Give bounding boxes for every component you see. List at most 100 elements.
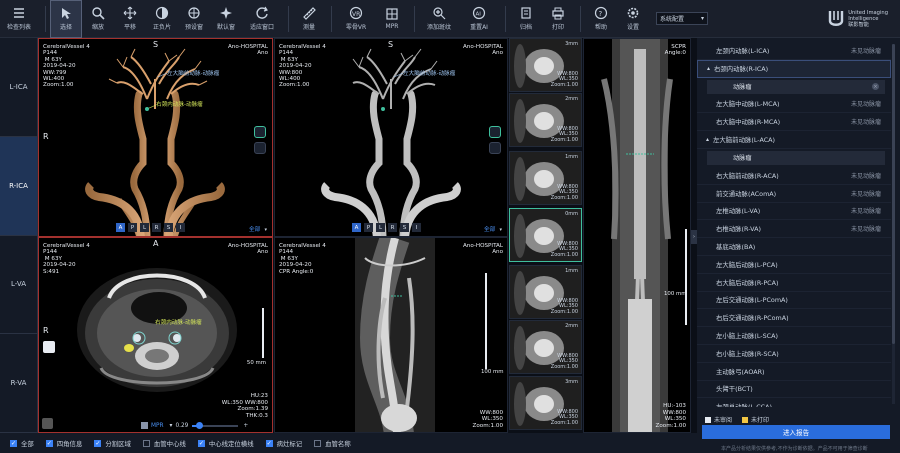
toolbar-button-zoom[interactable]: 缩放	[83, 1, 113, 37]
toolbar-button-help[interactable]: ? 帮助	[586, 1, 616, 37]
close-icon[interactable]: ×	[872, 83, 879, 91]
mode-dropdown[interactable]: 全部 ▾	[249, 224, 267, 233]
vp-info-top-right: Ano-HOSPITAL Ano	[462, 44, 503, 57]
view-button-a[interactable]: A	[352, 223, 361, 232]
enter-report-button[interactable]: 进入报告	[702, 425, 890, 439]
option-checkbox[interactable]: ✓ 四角信息	[45, 439, 82, 448]
vessel-list-item[interactable]: 左大脑中动脉(L-MCA) 未见动脉瘤	[697, 96, 891, 114]
eye-icon[interactable]	[489, 142, 501, 154]
preset-select[interactable]: 系统配置 ▾	[656, 12, 708, 25]
vp-info-bottom-right: HU:-103 WW:800 WL:350 Zoom:1.00	[655, 403, 686, 429]
cross-section-thumbnail[interactable]: 1mm WW:800 WL:350 Zoom:1.00	[509, 265, 582, 319]
option-checkbox[interactable]: 血管名称	[314, 439, 351, 448]
annotation-label[interactable]: 左大脑前动脉-动脉瘤	[167, 69, 219, 77]
viewport-scpr[interactable]: SCPR Angle:0 100 mm HU:-103 WW:800 WL:350…	[583, 38, 691, 433]
toolbar-button-default-window[interactable]: 默认窗	[211, 1, 241, 37]
vessel-list-item[interactable]: 左颈内动脉(L-ICA) 未见动脉瘤	[697, 42, 891, 60]
mpr-mode-dropdown[interactable]: MPR	[151, 423, 164, 429]
scrollbar-thumb[interactable]	[892, 44, 895, 344]
view-button-i[interactable]: I	[176, 223, 185, 232]
toolbar-button-list[interactable]: 检查列表	[0, 1, 38, 37]
vessel-list-item[interactable]: 右大脑前动脉(R-ACA) 未见动脉瘤	[697, 167, 891, 185]
view-button-p[interactable]: P	[128, 223, 137, 232]
eye-icon[interactable]	[254, 142, 266, 154]
chevron-down-icon[interactable]: ▾	[170, 423, 173, 429]
thickness-slider[interactable]	[192, 421, 239, 429]
mode-dropdown[interactable]: 全部 ▾	[484, 224, 502, 233]
option-checkbox[interactable]: ✓ 病灶标记	[265, 439, 302, 448]
toolbar-button-pointer[interactable]: 选择	[50, 0, 82, 38]
option-checkbox[interactable]: 血管中心线	[142, 439, 186, 448]
vessel-list-item[interactable]: 右大脑中动脉(R-MCA) 未见动脉瘤	[697, 113, 891, 132]
vessel-tab-r-ica[interactable]: R-ICA	[0, 136, 37, 236]
vessel-list-item[interactable]: 左颈总动脉(L-CCA)	[697, 398, 891, 407]
plus-icon[interactable]: +	[243, 423, 248, 429]
lesion-item[interactable]: 动脉瘤 ×	[707, 79, 885, 94]
cross-section-thumbnail[interactable]: 2mm WW:800 WL:350 Zoom:1.00	[509, 320, 582, 374]
vessel-list-item[interactable]: 左小脑上动脉(L-SCA)	[697, 327, 891, 345]
view-button-r[interactable]: R	[388, 223, 397, 232]
view-button-i[interactable]: I	[412, 223, 421, 232]
view-button-l[interactable]: L	[376, 223, 385, 232]
toolbar-button-settings[interactable]: 设置	[618, 1, 648, 37]
toolbar-button-archive[interactable]: 归档	[511, 1, 541, 37]
toolbar-button-reset-ai[interactable]: AI 重置AI	[460, 1, 498, 37]
vessel-list-item[interactable]: 左大脑后动脉(L-PCA)	[697, 256, 891, 274]
view-button-s[interactable]: S	[400, 223, 409, 232]
viewport-vr-color[interactable]: CerebralVessel 4 P144 M 63Y 2019-04-20 W…	[38, 38, 273, 237]
annotation-label[interactable]: 右颈内动脉-动脉瘤	[156, 100, 203, 108]
viewport-vr-gray[interactable]: CerebralVessel 4 P144 M 63Y 2019-04-20 W…	[274, 38, 508, 237]
legend-swatch	[705, 416, 711, 423]
vessel-list-item[interactable]: 右椎动脉(R-VA) 未见动脉瘤	[697, 220, 891, 239]
toolbar-button-ruler[interactable]: 测量	[294, 1, 324, 37]
option-checkbox[interactable]: ✓ 分割区域	[94, 439, 131, 448]
toolbar-button-add-plaque[interactable]: 添加斑纹	[420, 1, 458, 37]
vr-tool-icon[interactable]	[489, 126, 501, 138]
cross-section-thumbnail[interactable]: 3mm WW:800 WL:350 Zoom:1.00	[509, 38, 582, 92]
toolbar-button-print[interactable]: 打印	[543, 1, 573, 37]
vessel-list-item[interactable]: 右小脑上动脉(R-SCA)	[697, 345, 891, 363]
vessel-list-item[interactable]: 前交通动脉(AComA) 未见动脉瘤	[697, 185, 891, 203]
vessel-list-item[interactable]: 右颈内动脉(R-ICA)	[697, 59, 891, 78]
cross-section-thumbnail[interactable]: 1mm WW:800 WL:350 Zoom:1.00	[509, 151, 582, 205]
cross-section-thumbnail[interactable]: 3mm WW:800 WL:350 Zoom:1.00	[509, 376, 582, 430]
lesion-item[interactable]: 动脉瘤	[707, 150, 885, 165]
view-button-r[interactable]: R	[152, 223, 161, 232]
viewport-axial[interactable]: CerebralVessel 4 P144 M 63Y 2019-04-20 S…	[38, 237, 273, 433]
vessel-list-item[interactable]: 左后交通动脉(L-PComA)	[697, 292, 891, 310]
toolbar-button-vr[interactable]: VR 零骨VR	[337, 1, 375, 37]
eye-icon[interactable]	[43, 341, 55, 353]
thumbnail-info: WW:800 WL:350 Zoom:1.00	[550, 70, 578, 89]
cross-section-thumbnail[interactable]: 2mm WW:800 WL:350 Zoom:1.00	[509, 93, 582, 147]
cross-section-thumbnail[interactable]: 0mm WW:800 WL:350 Zoom:1.00	[509, 208, 582, 262]
toolbar-button-mpr[interactable]: MPR	[377, 1, 407, 37]
annotation-label[interactable]: 右颈内动脉-动脉瘤	[155, 318, 202, 326]
view-button-s[interactable]: S	[164, 223, 173, 232]
vessel-tab-l-ica[interactable]: L-ICA	[0, 38, 37, 137]
vessel-list-item[interactable]: 主动脉弓(AOAR)	[697, 363, 891, 381]
vessel-list-item[interactable]: 基底动脉(BA)	[697, 238, 891, 256]
view-button-l[interactable]: L	[140, 223, 149, 232]
view-button-a[interactable]: A	[116, 223, 125, 232]
vessel-list-item[interactable]: 头臂干(BCT)	[697, 381, 891, 399]
toolbar-separator	[505, 5, 506, 32]
chevron-right-icon: ›	[693, 234, 695, 240]
toolbar-button-fit-window[interactable]: 适应窗口	[243, 1, 281, 37]
toolbar-button-invert[interactable]: 正负片	[147, 1, 177, 37]
vessel-list-item[interactable]: 左椎动脉(L-VA) 未见动脉瘤	[697, 203, 891, 221]
vessel-list-item[interactable]: 左大脑前动脉(L-ACA)	[697, 131, 891, 149]
vr-tool-icon[interactable]	[254, 126, 266, 138]
vessel-list-item[interactable]: 右大脑后动脉(R-PCA)	[697, 274, 891, 292]
screenshot-icon[interactable]	[42, 418, 53, 429]
option-checkbox[interactable]: ✓ 中心线定位横线	[197, 439, 254, 448]
vessel-list-item[interactable]: 右后交通动脉(R-PComA)	[697, 309, 891, 328]
vessel-tab-l-va[interactable]: L-VA	[0, 236, 37, 335]
option-checkbox[interactable]: ✓ 全部	[10, 439, 34, 448]
viewport-cpr[interactable]: CerebralVessel 4 P144 M 63Y 2019-04-20 C…	[274, 237, 508, 433]
scpr-angle: Angle:0	[664, 50, 686, 57]
annotation-label[interactable]: 左大脑前动脉-动脉瘤	[403, 69, 455, 77]
vessel-tab-r-va[interactable]: R-VA	[0, 334, 37, 433]
view-button-p[interactable]: P	[364, 223, 373, 232]
toolbar-button-preset-window[interactable]: 预设窗	[179, 1, 209, 37]
toolbar-button-pan[interactable]: 平移	[115, 1, 145, 37]
